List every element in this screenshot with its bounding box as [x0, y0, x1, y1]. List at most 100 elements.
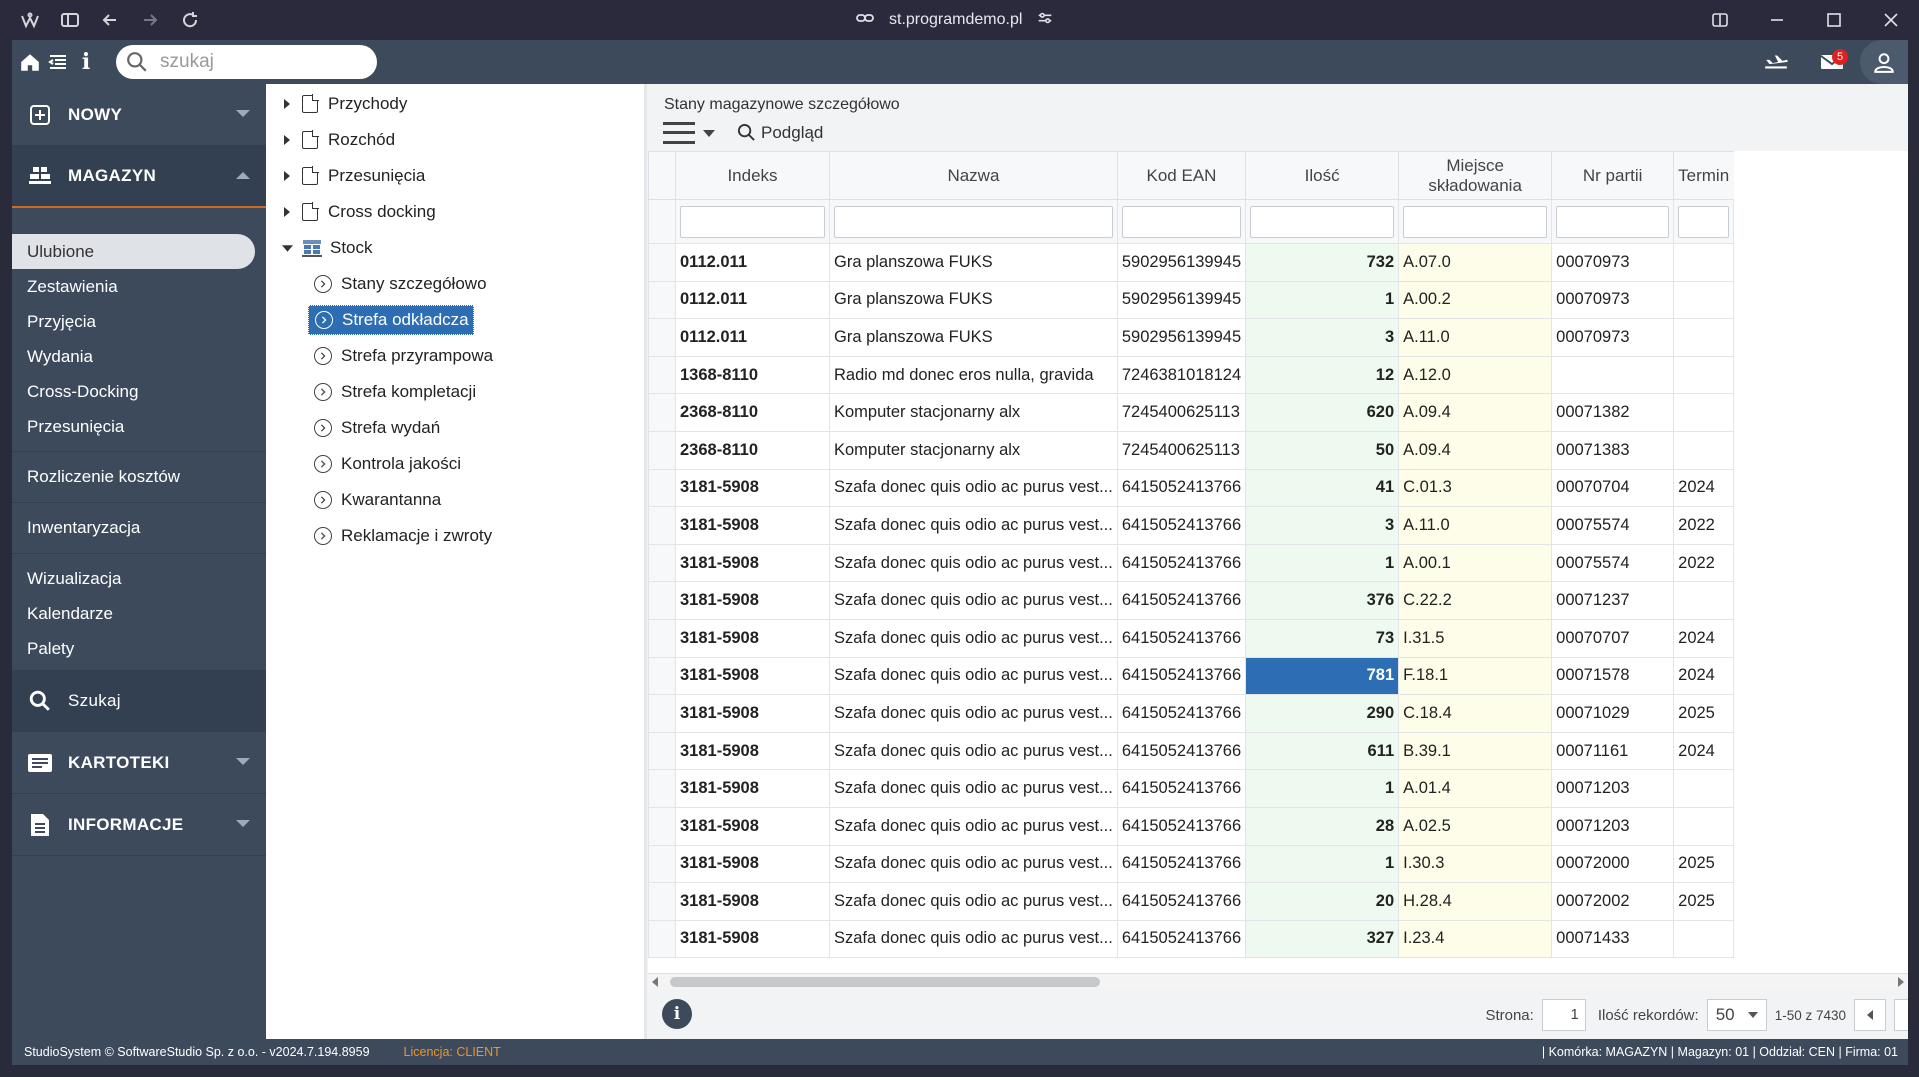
cell-quantity[interactable]: 1	[1245, 280, 1400, 320]
table-row[interactable]: 3181-5908 Szafa donec quis odio ac purus …	[648, 468, 1735, 508]
browser-logo-icon[interactable]	[10, 0, 50, 40]
cell-location[interactable]: H.28.4	[1398, 882, 1553, 921]
cell-ean[interactable]: 7245400625113	[1116, 393, 1247, 432]
prev-page-button[interactable]	[1854, 999, 1886, 1031]
scroll-left-icon[interactable]	[652, 977, 658, 987]
cell-term[interactable]	[1673, 280, 1735, 320]
column-header[interactable]: Termin	[1673, 151, 1734, 200]
column-filter-input[interactable]	[1678, 205, 1730, 238]
column-header[interactable]: Nazwa	[829, 151, 1118, 200]
table-row[interactable]: 2368-8110 Komputer stacjonarny alx 7245400…	[648, 430, 1735, 470]
cell-quantity[interactable]: 1	[1245, 769, 1400, 808]
chevron-down-icon[interactable]	[703, 130, 715, 137]
cell-name[interactable]: Szafa donec quis odio ac purus vest...	[829, 581, 1118, 620]
cell-location[interactable]: A.12.0	[1398, 355, 1553, 395]
plane-icon[interactable]	[1748, 40, 1804, 84]
sidebar-item-wydania[interactable]: Wydania	[12, 339, 266, 374]
cell-batch[interactable]: 00071433	[1551, 919, 1675, 959]
column-header[interactable]: Kod EAN	[1116, 151, 1247, 200]
row-header[interactable]	[648, 882, 676, 921]
cell-quantity[interactable]: 12	[1245, 355, 1400, 395]
tree-node-cross-docking[interactable]: Cross docking	[266, 194, 644, 230]
cell-index[interactable]: 1368-8110	[675, 355, 830, 395]
records-select[interactable]: 50	[1706, 999, 1767, 1031]
column-filter-input[interactable]	[1121, 205, 1242, 238]
cell-quantity[interactable]: 620	[1245, 393, 1400, 432]
tree-node-przychody[interactable]: Przychody	[266, 86, 644, 122]
cell-ean[interactable]: 7246381018124	[1116, 355, 1247, 395]
cell-name[interactable]: Gra planszowa FUKS	[829, 243, 1118, 282]
column-filter-input[interactable]	[1250, 205, 1395, 238]
cell-index[interactable]: 3181-5908	[675, 769, 830, 808]
table-row[interactable]: 3181-5908 Szafa donec quis odio ac purus …	[648, 919, 1735, 959]
cell-batch[interactable]: 00071578	[1551, 656, 1675, 696]
table-row[interactable]: 0112.011 Gra planszowa FUKS 5902956139945 7…	[648, 243, 1735, 282]
horizontal-scrollbar[interactable]	[648, 973, 1908, 989]
cell-term[interactable]	[1673, 919, 1735, 959]
cell-quantity[interactable]: 732	[1245, 243, 1400, 282]
tree-node-stock-child[interactable]: Strefa przyrampowa	[266, 338, 644, 374]
cell-quantity[interactable]: 20	[1245, 882, 1400, 921]
cell-location[interactable]: A.11.0	[1398, 506, 1553, 545]
cell-index[interactable]: 3181-5908	[675, 506, 830, 545]
row-header[interactable]	[648, 618, 676, 658]
user-avatar[interactable]	[1860, 40, 1908, 84]
cell-name[interactable]: Szafa donec quis odio ac purus vest...	[829, 806, 1118, 846]
url-text[interactable]: st.programdemo.pl	[889, 11, 1022, 29]
cell-ean[interactable]: 5902956139945	[1116, 318, 1247, 357]
column-filter-input[interactable]	[834, 205, 1113, 238]
cell-index[interactable]: 0112.011	[675, 243, 830, 282]
split-view-icon[interactable]	[1691, 0, 1748, 40]
column-filter-input[interactable]	[680, 205, 825, 238]
cell-location[interactable]: I.30.3	[1398, 844, 1553, 884]
menu-collapse-icon[interactable]	[44, 40, 72, 84]
cell-location[interactable]: C.01.3	[1398, 468, 1553, 508]
cell-quantity[interactable]: 3	[1245, 318, 1400, 357]
cell-ean[interactable]: 6415052413766	[1116, 468, 1247, 508]
cell-quantity[interactable]: 290	[1245, 694, 1400, 733]
cell-term[interactable]	[1673, 806, 1735, 846]
cell-name[interactable]: Szafa donec quis odio ac purus vest...	[829, 882, 1118, 921]
cell-name[interactable]: Szafa donec quis odio ac purus vest...	[829, 543, 1118, 583]
cell-name[interactable]: Szafa donec quis odio ac purus vest...	[829, 769, 1118, 808]
collapse-arrow-icon[interactable]	[280, 241, 294, 255]
cell-ean[interactable]: 6415052413766	[1116, 769, 1247, 808]
cell-location[interactable]: C.22.2	[1398, 581, 1553, 620]
row-header[interactable]	[648, 318, 676, 357]
cell-index[interactable]: 0112.011	[675, 318, 830, 357]
cell-batch[interactable]: 00070704	[1551, 468, 1675, 508]
row-header[interactable]	[648, 694, 676, 733]
cell-index[interactable]: 3181-5908	[675, 919, 830, 959]
cell-index[interactable]: 3181-5908	[675, 694, 830, 733]
info-icon[interactable]: i	[72, 40, 100, 84]
cell-name[interactable]: Szafa donec quis odio ac purus vest...	[829, 618, 1118, 658]
cell-location[interactable]: A.09.4	[1398, 393, 1553, 432]
cell-name[interactable]: Komputer stacjonarny alx	[829, 430, 1118, 470]
row-header[interactable]	[648, 506, 676, 545]
row-header[interactable]	[648, 844, 676, 884]
table-row[interactable]: 3181-5908 Szafa donec quis odio ac purus …	[648, 543, 1735, 583]
sidebar-section-magazyn[interactable]: MAGAZYN	[12, 146, 266, 208]
row-header[interactable]	[648, 806, 676, 846]
table-row[interactable]: 3181-5908 Szafa donec quis odio ac purus …	[648, 694, 1735, 733]
cell-ean[interactable]: 6415052413766	[1116, 882, 1247, 921]
cell-term[interactable]	[1673, 355, 1735, 395]
cell-index[interactable]: 2368-8110	[675, 430, 830, 470]
cell-location[interactable]: I.23.4	[1398, 919, 1553, 959]
sidebar-item-wizualizacja[interactable]: Wizualizacja	[12, 561, 266, 596]
column-filter-input[interactable]	[1556, 205, 1670, 238]
cell-ean[interactable]: 6415052413766	[1116, 806, 1247, 846]
row-header[interactable]	[648, 769, 676, 808]
tree-node-stock-child[interactable]: Reklamacje i zwroty	[266, 518, 644, 554]
cell-batch[interactable]: 00071203	[1551, 769, 1675, 808]
tree-node-stock-child[interactable]: Strefa wydań	[266, 410, 644, 446]
cell-batch[interactable]: 00071161	[1551, 731, 1675, 771]
cell-quantity[interactable]: 28	[1245, 806, 1400, 846]
cell-term[interactable]: 2024	[1673, 468, 1735, 508]
column-header[interactable]: Nr partii	[1551, 151, 1675, 200]
column-header[interactable]: Indeks	[675, 151, 830, 200]
sidebar-item-kalendarze[interactable]: Kalendarze	[12, 596, 266, 631]
cell-ean[interactable]: 6415052413766	[1116, 919, 1247, 959]
row-header[interactable]	[648, 468, 676, 508]
tree-node-stock-child[interactable]: Kwarantanna	[266, 482, 644, 518]
